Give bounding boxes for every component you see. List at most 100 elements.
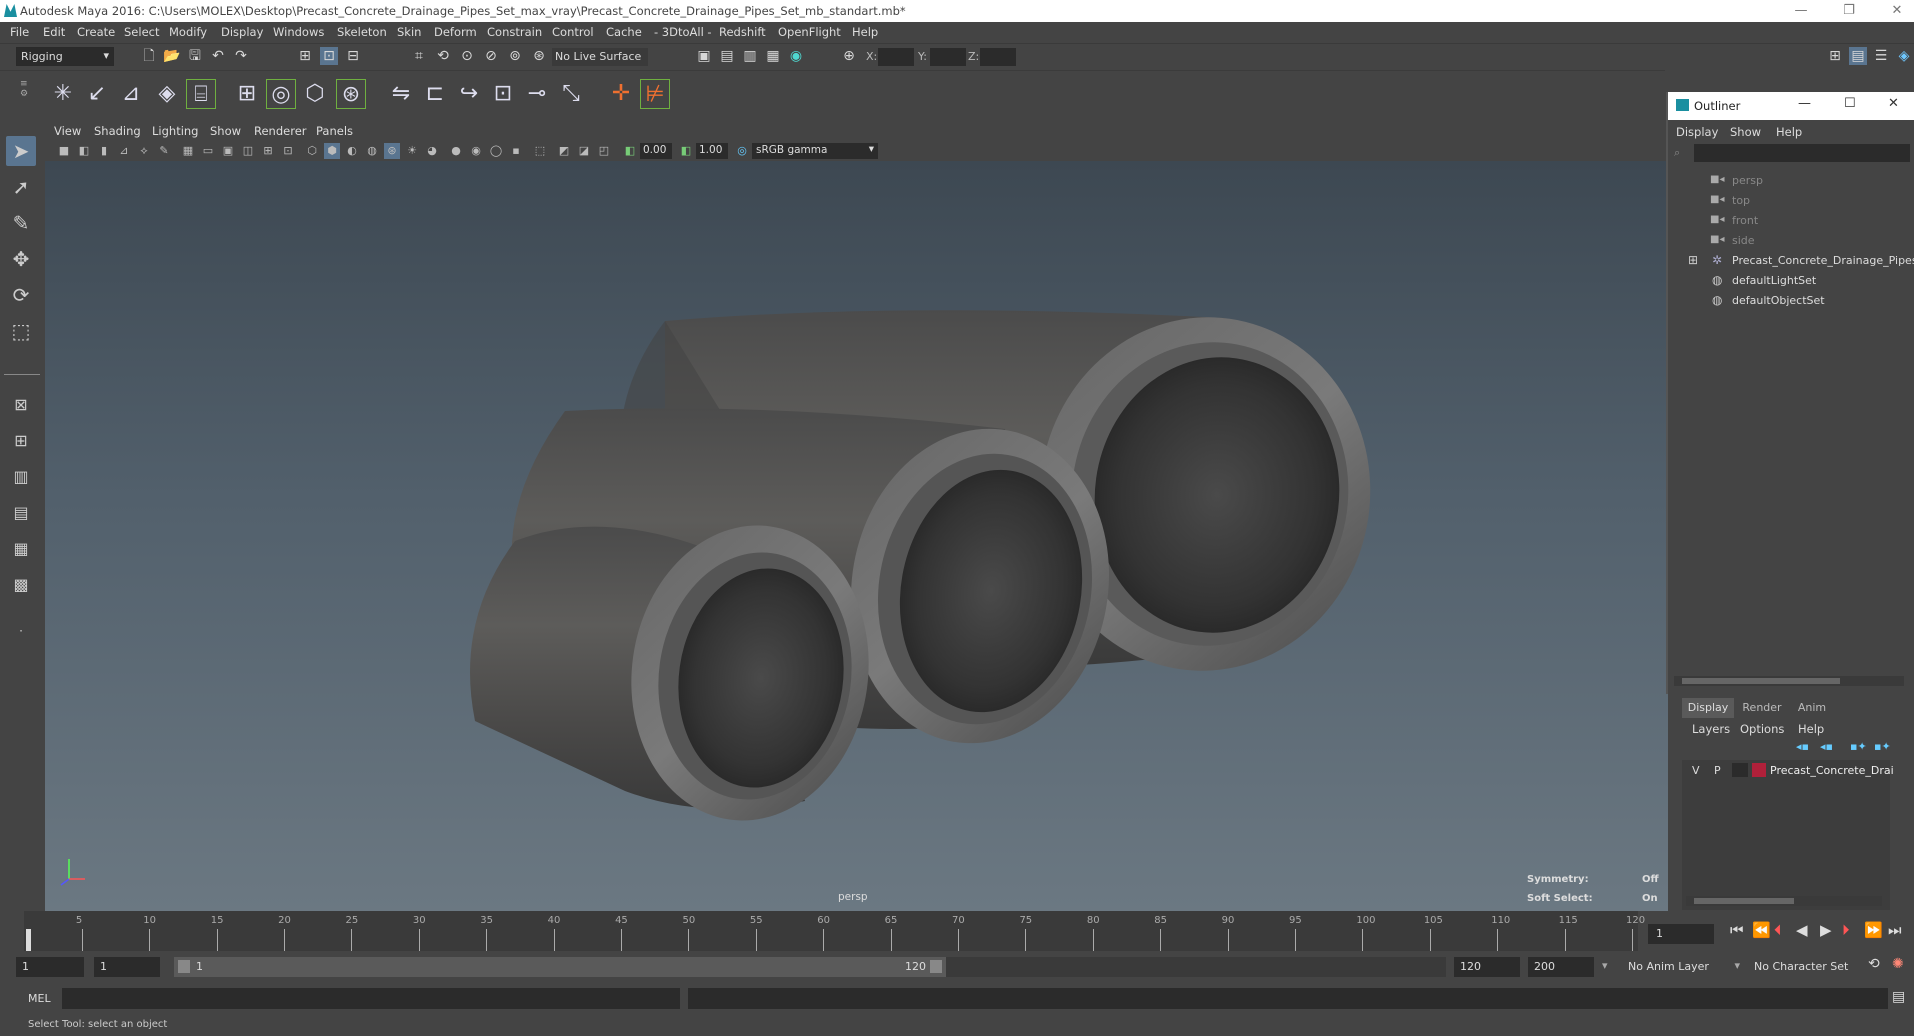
range-slider[interactable]: 1 120 bbox=[174, 957, 946, 977]
more-layouts-icon[interactable]: ⋅ bbox=[6, 616, 36, 646]
aim-constraint-icon[interactable]: ↪ bbox=[454, 79, 484, 109]
step-forward-key-icon[interactable]: ⏩ bbox=[1864, 921, 1883, 939]
point-constraint-icon[interactable]: ⊏ bbox=[420, 79, 450, 109]
panel-menu-show[interactable]: Show bbox=[210, 124, 241, 138]
gamma-icon[interactable]: ◧ bbox=[678, 143, 694, 159]
go-to-start-icon[interactable]: ⏮ bbox=[1730, 921, 1744, 939]
step-back-frame-icon[interactable]: ⏴ bbox=[1774, 921, 1782, 939]
motion-blur-icon[interactable]: ● bbox=[448, 143, 464, 159]
colorspace-dropdown[interactable]: sRGB gamma ▾ bbox=[752, 143, 878, 159]
go-to-end-icon[interactable]: ⏭ bbox=[1888, 921, 1902, 939]
menu-windows[interactable]: Windows bbox=[273, 25, 324, 39]
camera-attributes-icon[interactable]: ■ bbox=[56, 143, 72, 159]
tab-anim[interactable]: Anim bbox=[1790, 698, 1834, 718]
single-layout-icon[interactable]: ⊠ bbox=[6, 390, 36, 420]
layer-type-toggle[interactable] bbox=[1732, 763, 1748, 777]
menu-skeleton[interactable]: Skeleton bbox=[337, 25, 387, 39]
paint-select-icon[interactable]: ✎ bbox=[6, 208, 36, 238]
color-management-icon[interactable]: ◎ bbox=[734, 143, 750, 159]
small-pipe[interactable] bbox=[470, 510, 887, 836]
parent-constraint-icon[interactable]: ⤡ bbox=[556, 79, 586, 109]
menu-constrain[interactable]: Constrain bbox=[487, 25, 542, 39]
gamma-field[interactable]: 1.00 bbox=[696, 143, 728, 159]
modeling-toolkit-icon[interactable]: ⊞ bbox=[1826, 47, 1844, 65]
anim-prefs-icon[interactable]: ✺ bbox=[1892, 956, 1904, 972]
range-end-handle[interactable] bbox=[930, 960, 942, 973]
viewport-persp[interactable]: persp Symmetry: Off Soft Select: On bbox=[45, 161, 1668, 911]
lattice-icon[interactable]: ⊞ bbox=[232, 79, 262, 109]
field-chart-icon[interactable]: ⊞ bbox=[260, 143, 276, 159]
live-surface-field[interactable]: No Live Surface bbox=[552, 48, 648, 66]
menu-file[interactable]: File bbox=[10, 25, 29, 39]
wireframe-icon[interactable]: ⬡ bbox=[304, 143, 320, 159]
outliner-menu-help[interactable]: Help bbox=[1776, 125, 1802, 139]
use-all-lights-icon[interactable]: ⊛ bbox=[384, 143, 400, 159]
grid-icon[interactable]: ▦ bbox=[180, 143, 196, 159]
menu-redshift[interactable]: Redshift bbox=[719, 25, 766, 39]
gate-mask-icon[interactable]: ◫ bbox=[240, 143, 256, 159]
shadows-icon[interactable]: ☀ bbox=[404, 143, 420, 159]
exposure-icon[interactable]: ◧ bbox=[622, 143, 638, 159]
close-button[interactable]: ✕ bbox=[1884, 2, 1910, 20]
camera-bookmark-icon[interactable]: ◧ bbox=[76, 143, 92, 159]
scrollbar-thumb[interactable] bbox=[1682, 678, 1840, 684]
range-start-handle[interactable] bbox=[178, 960, 190, 973]
render-view-icon[interactable]: ▣ bbox=[695, 47, 713, 65]
z-field[interactable] bbox=[980, 48, 1016, 66]
blendshape-icon[interactable]: ⊛ bbox=[336, 79, 366, 109]
menu-deform[interactable]: Deform bbox=[434, 25, 477, 39]
outliner-search-input[interactable] bbox=[1694, 144, 1910, 162]
y-field[interactable] bbox=[930, 48, 966, 66]
animation-start-field[interactable]: 1 bbox=[16, 957, 84, 977]
ipr-render-icon[interactable]: ▥ bbox=[741, 47, 759, 65]
menu-control[interactable]: Control bbox=[552, 25, 594, 39]
resolution-gate-icon[interactable]: ▣ bbox=[220, 143, 236, 159]
snap-grid-icon[interactable]: ⌗ bbox=[410, 47, 428, 65]
layer-color-swatch[interactable] bbox=[1752, 763, 1766, 777]
menu-create[interactable]: Create bbox=[77, 25, 115, 39]
safe-action-icon[interactable]: ⊡ bbox=[280, 143, 296, 159]
script-editor-icon[interactable]: ▤ bbox=[1892, 989, 1905, 1005]
exposure-field[interactable]: 0.00 bbox=[640, 143, 672, 159]
attribute-editor-icon[interactable]: ▤ bbox=[1849, 47, 1867, 65]
backface-culling-icon[interactable]: ◰ bbox=[596, 143, 612, 159]
key-set-icon[interactable]: ⊭ bbox=[640, 79, 670, 109]
new-layer-icon[interactable]: ▪✦ bbox=[1850, 740, 1867, 753]
layers-menu-options[interactable]: Options bbox=[1740, 722, 1784, 736]
expand-icon[interactable]: ⊞ bbox=[1688, 253, 1698, 267]
list-item[interactable]: ■◂ front bbox=[1670, 212, 1906, 230]
layer-row[interactable]: V P Precast_Concrete_Drai bbox=[1682, 760, 1894, 780]
undo-icon[interactable]: ↶ bbox=[209, 47, 227, 65]
menuset-dropdown[interactable]: Rigging ▾ bbox=[16, 47, 114, 66]
lasso-tool-icon[interactable]: ➚ bbox=[6, 172, 36, 202]
new-layer-selected-icon[interactable]: ▪✦ bbox=[1874, 740, 1891, 753]
tool-settings-icon[interactable]: ☰ bbox=[1872, 47, 1890, 65]
play-forward-icon[interactable]: ▶ bbox=[1820, 921, 1832, 939]
channel-box-icon[interactable]: ◈ bbox=[1895, 47, 1913, 65]
list-item[interactable]: ◍ defaultObjectSet bbox=[1670, 292, 1906, 310]
outliner-menu-display[interactable]: Display bbox=[1676, 125, 1718, 139]
outliner-maximize-button[interactable]: ☐ bbox=[1844, 96, 1856, 111]
menu-3dtoall[interactable]: - 3DtoAll - bbox=[654, 25, 712, 39]
outliner-hscrollbar[interactable] bbox=[1674, 676, 1904, 686]
snap-live-icon[interactable]: ⊛ bbox=[530, 47, 548, 65]
panel-menu-lighting[interactable]: Lighting bbox=[152, 124, 198, 138]
panel-menu-panels[interactable]: Panels bbox=[316, 124, 353, 138]
layers-menu-layers[interactable]: Layers bbox=[1692, 722, 1730, 736]
select-hierarchy-icon[interactable]: ⊞ bbox=[296, 47, 314, 65]
outliner-menu-show[interactable]: Show bbox=[1730, 125, 1761, 139]
outliner-layout-icon[interactable]: ▥ bbox=[6, 462, 36, 492]
scale-tool-icon[interactable]: ⬚ bbox=[6, 316, 36, 346]
ik-handle-icon[interactable]: ↙ bbox=[82, 79, 112, 109]
paint-weights-icon[interactable]: ⇋ bbox=[386, 79, 416, 109]
list-item[interactable]: ◍ defaultLightSet bbox=[1670, 272, 1906, 290]
textured-icon[interactable]: ◍ bbox=[364, 143, 380, 159]
step-forward-frame-icon[interactable]: ⏵ bbox=[1842, 921, 1850, 939]
orient-constraint-icon[interactable]: ⊡ bbox=[488, 79, 518, 109]
redo-icon[interactable]: ↷ bbox=[232, 47, 250, 65]
layer-playback-toggle[interactable]: P bbox=[1714, 764, 1721, 777]
outliner-close-button[interactable]: ✕ bbox=[1888, 96, 1899, 111]
snap-curve-icon[interactable]: ⟲ bbox=[434, 47, 452, 65]
new-scene-icon[interactable]: 🗋 bbox=[140, 47, 158, 65]
transform-mode-icon[interactable]: ⊕ bbox=[840, 47, 858, 65]
